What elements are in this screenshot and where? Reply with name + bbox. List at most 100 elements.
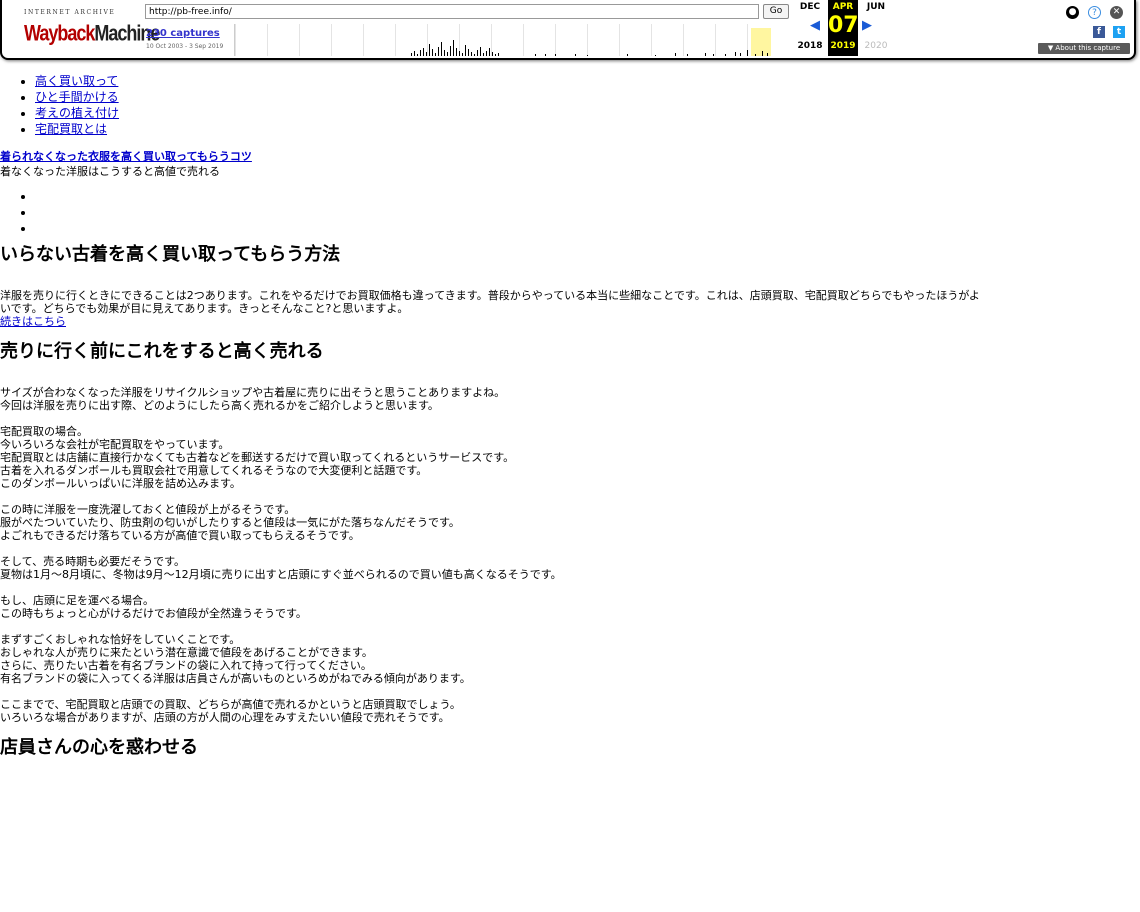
article-line: 宅配買取の場合。	[0, 425, 88, 438]
article-line: 服がべたついていたり、防虫剤の匂いがしたりすると値段は一気にがた落ちなんだそうで…	[0, 516, 460, 529]
capture-bar	[735, 52, 736, 56]
capture-bar	[468, 49, 469, 56]
year-divider	[587, 24, 588, 56]
wayback-logo[interactable]: WaybackMachine	[24, 19, 160, 47]
capture-bar	[462, 53, 463, 56]
capture-sparkline[interactable]	[234, 24, 775, 56]
article-body: 洋服を売りに行くときにできることは2つあります。これをやるだけでお買取価格も違っ…	[0, 289, 980, 302]
capture-bar	[444, 50, 445, 56]
year-divider	[235, 24, 236, 56]
capture-bar	[453, 40, 454, 56]
capture-bar	[713, 54, 714, 56]
year-divider	[555, 24, 556, 56]
capture-bar	[747, 50, 748, 56]
capture-bar	[687, 54, 688, 56]
capture-bar	[627, 54, 628, 56]
year-divider	[363, 24, 364, 56]
year-divider	[715, 24, 716, 56]
article-line: もし、店頭に足を運べる場合。	[0, 594, 154, 607]
capture-bar	[705, 53, 706, 56]
capture-bar	[767, 53, 768, 56]
article-line: サイズが合わなくなった洋服をリサイクルショップや古着屋に売りに出そうと思うことあ…	[0, 386, 506, 399]
list-item	[35, 189, 1140, 205]
article-line: 古着を入れるダンボールも買取会社で用意してくれるそうなので大変便利と話題です。	[0, 464, 428, 477]
year-divider	[331, 24, 332, 56]
article-line: まずすごくおしゃれな恰好をしていくことです。	[0, 633, 241, 646]
captures-link[interactable]: 230 captures	[146, 28, 220, 39]
capture-bar	[545, 54, 546, 56]
user-icon[interactable]: ●	[1066, 6, 1079, 19]
capture-bar	[555, 54, 556, 56]
capture-bar	[465, 45, 466, 56]
capture-bar	[435, 53, 436, 56]
article-title: いらない古着を高く買い取ってもらう方法	[0, 244, 341, 265]
current-day: 07	[828, 13, 859, 38]
article-body: サイズが合わなくなった洋服をリサイクルショップや古着屋に売りに出そうと思うことあ…	[0, 386, 1140, 724]
about-capture-button[interactable]: ▼ About this capture	[1038, 43, 1130, 54]
facebook-icon[interactable]: f	[1093, 26, 1105, 38]
article-line: さらに、売りたい古着を有名ブランドの袋に入れて持って行ってください。	[0, 659, 372, 672]
empty-list	[0, 189, 1140, 237]
capture-bar	[486, 51, 487, 56]
feature-subtitle: 着なくなった洋服はこうすると高値で売れる	[0, 165, 220, 178]
nav-link[interactable]: 高く買い取って	[35, 74, 118, 88]
url-input[interactable]	[145, 4, 759, 19]
year-divider	[267, 24, 268, 56]
current-month: APR	[832, 2, 854, 12]
internet-archive-label: INTERNET ARCHIVE	[24, 9, 116, 16]
read-more-link[interactable]: 続きはこちら	[0, 315, 66, 328]
article-title: 店員さんの心を惑わせる	[0, 737, 198, 758]
year-divider	[523, 24, 524, 56]
year-divider	[299, 24, 300, 56]
capture-bar	[477, 50, 478, 56]
current-year: 2019	[830, 41, 856, 51]
nav-link[interactable]: 宅配買取とは	[35, 122, 107, 136]
capture-bar	[587, 55, 588, 56]
capture-bar	[762, 51, 763, 56]
article-line: おしゃれな人が売りに来たという潜在意識で値段をあげることができます。	[0, 646, 373, 659]
next-capture-arrow-icon[interactable]: ▶	[862, 18, 872, 33]
nav-link[interactable]: 考えの植え付け	[35, 106, 119, 120]
capture-bar	[480, 47, 481, 56]
twitter-icon[interactable]: t	[1113, 26, 1125, 38]
capture-bar	[414, 51, 415, 56]
feature-link[interactable]: 着られなくなった衣服を高く買い取ってもらうコツ	[0, 150, 252, 163]
year-divider	[427, 24, 428, 56]
capture-bar	[426, 52, 427, 56]
wayback-toolbar: INTERNET ARCHIVE WaybackMachine Go 230 c…	[0, 0, 1136, 60]
capture-bar	[725, 54, 726, 56]
article-line: 有名ブランドの袋に入ってくる洋服は店員さんが高いものといろめがねでみる傾向があり…	[0, 672, 471, 685]
capture-bar	[535, 54, 536, 56]
capture-bar	[450, 46, 451, 56]
capture-bar	[492, 52, 493, 56]
close-icon[interactable]: ✕	[1110, 6, 1123, 19]
capture-bar	[420, 50, 421, 56]
article-line: この時もちょっと心がけるだけでお値段が全然違うそうです。	[0, 607, 307, 620]
prev-month[interactable]: DEC	[794, 2, 826, 12]
nav-item: ひと手間かける	[35, 89, 1140, 105]
capture-bar	[655, 55, 656, 56]
article-line: このダンボールいっぱいに洋服を詰め込みます。	[0, 477, 241, 490]
help-icon[interactable]: ?	[1088, 6, 1101, 19]
article-line: この時に洋服を一度洗濯しておくと値段が上がるそうです。	[0, 503, 296, 516]
prev-year[interactable]: 2018	[794, 41, 826, 51]
capture-range: 10 Oct 2003 - 3 Sep 2019	[146, 43, 224, 50]
nav-link[interactable]: ひと手間かける	[35, 90, 119, 104]
year-divider	[395, 24, 396, 56]
capture-bar	[459, 51, 460, 56]
nav-item: 宅配買取とは	[35, 121, 1140, 137]
year-divider	[683, 24, 684, 56]
list-item	[35, 221, 1140, 237]
capture-bar	[474, 54, 475, 56]
next-year: 2020	[864, 41, 888, 51]
prev-capture-arrow-icon[interactable]: ◀	[810, 18, 820, 33]
go-button[interactable]: Go	[763, 4, 789, 19]
capture-bar	[489, 48, 490, 56]
next-month[interactable]: JUN	[860, 2, 892, 12]
